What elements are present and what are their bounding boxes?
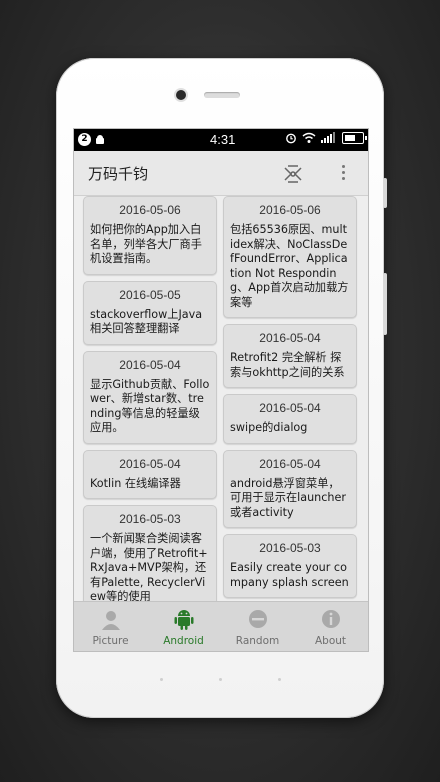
card-description: android悬浮窗菜单，可用于显示在launcher或者activity xyxy=(230,476,346,519)
card-date: 2016-05-04 xyxy=(119,456,181,471)
nav-label: Android xyxy=(163,635,204,647)
article-card[interactable]: 2016-05-04 Retrofit2 完全解析 探索与okhttp之间的关系 xyxy=(223,324,357,388)
phone-frame: 2 4:31 万码千钧 2016-05-06 如何把你的App加入白名单，列举各… xyxy=(56,58,387,718)
info-icon xyxy=(322,610,340,628)
power-button xyxy=(383,178,387,208)
card-date: 2016-05-06 xyxy=(259,203,321,217)
card-description: Easily create your company splash screen xyxy=(230,561,349,589)
article-card[interactable]: 2016-05-06 如何把你的App加入白名单，列举各大厂商手机设置指南。 xyxy=(83,196,217,275)
article-grid[interactable]: 2016-05-06 如何把你的App加入白名单，列举各大厂商手机设置指南。 2… xyxy=(74,196,368,601)
shuffle-icon[interactable] xyxy=(282,163,304,185)
nav-label: Random xyxy=(235,635,280,647)
card-description: Kotlin 在线编译器 xyxy=(90,476,181,490)
card-description: Retrofit2 完全解析 探索与okhttp之间的关系 xyxy=(230,351,345,379)
article-card[interactable]: 2016-05-03 Easily create your company sp… xyxy=(223,534,357,598)
battery-icon xyxy=(342,132,367,144)
card-description: 显示Github贡献、Follower、新增star数、trending等信息的… xyxy=(90,377,210,435)
card-date: 2016-05-04 xyxy=(259,331,321,345)
nav-label: Picture xyxy=(92,635,129,647)
nav-tab-random[interactable]: Random xyxy=(221,602,294,651)
card-description: 包括65536原因、multidex解决、NoClassDefFoundErro… xyxy=(230,223,349,309)
article-card[interactable]: 2016-05-06 包括65536原因、multidex解决、NoClassD… xyxy=(223,196,357,318)
app-title: 万码千钧 xyxy=(88,165,149,183)
nav-tab-android[interactable]: Android xyxy=(147,602,220,651)
volume-button xyxy=(383,273,387,335)
status-time: 4:31 xyxy=(210,132,236,147)
notification-count-badge: 2 xyxy=(78,133,91,146)
card-description: stackoverflow上Java相关回答整理翻译 xyxy=(90,307,203,336)
status-bar: 2 4:31 xyxy=(74,129,368,151)
card-date: 2016-05-05 xyxy=(119,287,181,302)
grid-column-left: 2016-05-06 如何把你的App加入白名单，列举各大厂商手机设置指南。 2… xyxy=(83,196,217,601)
bottom-navigation: Picture Android Random About xyxy=(74,601,368,651)
card-date: 2016-05-04 xyxy=(259,401,321,415)
picture-icon xyxy=(102,611,120,630)
card-description: 一个新闻聚合类阅读客户端，使用了Retrofit+RxJava+MVP架构，还有… xyxy=(90,532,208,601)
wifi-icon xyxy=(302,132,316,143)
android-icon xyxy=(174,610,194,630)
nav-tab-about[interactable]: About xyxy=(294,602,367,651)
app-toolbar: 万码千钧 xyxy=(74,151,368,196)
earpiece-speaker xyxy=(204,92,240,98)
article-card[interactable]: 2016-05-04 android悬浮窗菜单，可用于显示在launcher或者… xyxy=(223,449,357,528)
card-description: 如何把你的App加入白名单，列举各大厂商手机设置指南。 xyxy=(90,223,202,265)
nav-label: About xyxy=(314,635,347,647)
card-date: 2016-05-06 xyxy=(119,203,181,217)
card-date: 2016-05-04 xyxy=(119,357,181,372)
app-screen: 2 4:31 万码千钧 2016-05-06 如何把你的App加入白名单，列举各… xyxy=(73,128,369,652)
card-description: swipe的dialog xyxy=(230,421,308,434)
android-notification-icon xyxy=(96,134,104,144)
front-camera xyxy=(176,90,186,100)
signal-icon xyxy=(321,132,335,143)
grid-column-right: 2016-05-06 包括65536原因、multidex解决、NoClassD… xyxy=(223,196,357,601)
article-card[interactable]: 2016-05-03 一个新闻聚合类阅读客户端，使用了Retrofit+RxJa… xyxy=(83,505,217,601)
article-card[interactable]: 2016-05-05 stackoverflow上Java相关回答整理翻译 xyxy=(83,280,217,345)
card-date: 2016-05-03 xyxy=(259,541,321,555)
article-card[interactable]: 2016-05-04 显示Github贡献、Follower、新增star数、t… xyxy=(83,350,217,444)
article-card[interactable]: 2016-05-04 Kotlin 在线编译器 xyxy=(83,449,217,499)
nav-tab-picture[interactable]: Picture xyxy=(74,602,147,651)
overflow-menu-icon[interactable] xyxy=(336,163,350,185)
card-date: 2016-05-03 xyxy=(119,512,181,526)
random-icon xyxy=(249,610,267,628)
card-date: 2016-05-04 xyxy=(259,456,321,471)
article-card[interactable]: 2016-05-04 swipe的dialog xyxy=(223,394,357,444)
alarm-icon xyxy=(286,133,296,144)
